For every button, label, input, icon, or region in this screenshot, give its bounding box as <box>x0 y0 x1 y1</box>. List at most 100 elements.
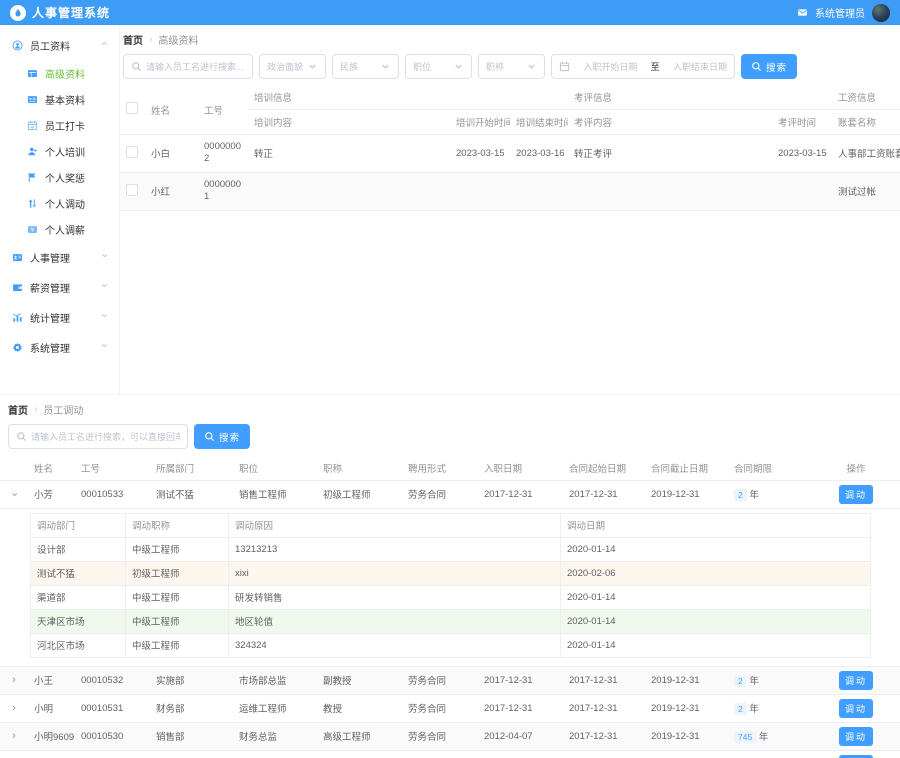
col-group-training: 培训信息 <box>248 86 568 109</box>
col-调动部门: 调动部门 <box>31 513 126 537</box>
cell-training-end <box>510 172 568 210</box>
history-row: 天津区市场中级工程师地区轮值2020-01-14 <box>31 609 871 633</box>
gear-icon <box>12 342 23 353</box>
cell-emp-id: 00000002 <box>198 134 248 172</box>
cell-hire-date: 2017-12-31 <box>478 694 563 722</box>
contract-years-badge: 2 <box>734 489 747 501</box>
row-checkbox[interactable] <box>126 146 138 158</box>
collapse-row-icon[interactable]: › <box>8 492 19 496</box>
cell-position: 财务总监 <box>233 722 317 750</box>
sidebar-group-label: 薪资管理 <box>30 280 70 295</box>
sidebar-item-基本资料[interactable]: 基本资料 <box>0 86 119 112</box>
avatar[interactable] <box>872 4 890 22</box>
transfer-action-button[interactable]: 调动 <box>839 727 873 746</box>
employee-search-input[interactable]: 请输入员工名进行搜索... <box>123 54 253 79</box>
user-badge-icon <box>12 40 23 51</box>
breadcrumb-home[interactable]: 首页 <box>123 32 143 47</box>
cell-transfer-date: 2020-01-14 <box>561 537 871 561</box>
mail-icon[interactable] <box>797 7 808 18</box>
cell-emp-id: 00010532 <box>75 666 150 694</box>
cell-name: 小王 <box>28 666 75 694</box>
cell-dept: 测试不猛 <box>150 480 233 508</box>
expand-row-icon[interactable]: › <box>12 731 16 742</box>
sidebar-group-系统管理[interactable]: 系统管理 <box>0 332 119 362</box>
sidebar-item-label: 员工打卡 <box>45 118 85 133</box>
search-button[interactable]: 搜索 <box>194 424 250 449</box>
filter-bar: 请输入员工名进行搜索，可以直接回车搜索... 搜索 <box>8 424 900 449</box>
cell-emp-id: 00010529 <box>75 750 150 758</box>
col-training-start: 培训开始时间 <box>450 109 510 134</box>
cell-transfer-reason: xixi <box>229 561 561 585</box>
expand-row-icon[interactable]: › <box>12 675 16 686</box>
col-合同截止日期: 合同截止日期 <box>645 456 728 480</box>
col-eval-content: 考评内容 <box>568 109 772 134</box>
sidebar-group-统计管理[interactable]: 统计管理 <box>0 302 119 332</box>
cell-contract-years: 744 年 <box>728 750 812 758</box>
col-调动日期: 调动日期 <box>561 513 871 537</box>
transfer-row: ›小芳00010533测试不猛销售工程师初级工程师劳务合同2017-12-312… <box>0 480 900 508</box>
cell-transfer-reason: 324324 <box>229 633 561 657</box>
search-button[interactable]: 搜索 <box>741 54 797 79</box>
sidebar-group-label: 人事管理 <box>30 250 70 265</box>
col-入职日期: 入职日期 <box>478 456 563 480</box>
history-header-row: 调动部门调动职称调动原因调动日期 <box>31 513 871 537</box>
select-placeholder: 职称 <box>486 60 504 73</box>
transfer-action-button[interactable]: 调动 <box>839 671 873 690</box>
row-checkbox[interactable] <box>126 184 138 196</box>
cell-title: 副教授 <box>317 666 402 694</box>
transfer-action-button[interactable]: 调动 <box>839 485 873 504</box>
cell-position: 运维工程师 <box>233 694 317 722</box>
sidebar-item-个人调薪[interactable]: ¥个人调薪 <box>0 216 119 242</box>
filter-select-职位[interactable]: 职位 <box>405 54 472 79</box>
chevron-down-icon <box>380 61 391 72</box>
expand-row-icon[interactable]: › <box>12 703 16 714</box>
search-icon <box>204 431 215 442</box>
cell-position: 销售工程师 <box>233 480 317 508</box>
search-button-label: 搜索 <box>219 430 240 444</box>
sidebar-group-薪资管理[interactable]: 薪资管理 <box>0 272 119 302</box>
cell-eval-time <box>772 172 832 210</box>
advanced-table: 姓名 工号 培训信息 考评信息 工资信息 培训内容 培训开始时间 培训结束时间 … <box>120 86 900 211</box>
transfer-action-button[interactable]: 调动 <box>839 755 873 758</box>
calendar-icon <box>27 120 38 131</box>
sidebar-item-个人奖惩[interactable]: 个人奖惩 <box>0 164 119 190</box>
chevron-down-icon <box>100 311 109 323</box>
chart-icon <box>12 312 23 323</box>
cell-dept: 销售部 <box>150 750 233 758</box>
transfer-action-button[interactable]: 调动 <box>839 699 873 718</box>
sidebar-item-个人调动[interactable]: 个人调动 <box>0 190 119 216</box>
cell-dept: 销售部 <box>150 722 233 750</box>
sidebar-item-高级资料[interactable]: 高级资料 <box>0 60 119 86</box>
search-placeholder: 请输入员工名进行搜索... <box>146 60 244 73</box>
cell-eval-content <box>568 172 772 210</box>
cell-hire-type: 劳务合同 <box>402 666 478 694</box>
cell-hire-type: 劳务合同 <box>402 480 478 508</box>
transfer-table-head: 姓名工号所属部门职位职称聘用形式入职日期合同起始日期合同截止日期合同期限操作 <box>0 456 900 480</box>
app-title: 人事管理系统 <box>32 4 110 21</box>
select-all-checkbox[interactable] <box>126 102 138 114</box>
history-row: 测试不猛初级工程师xixi2020-02-06 <box>31 561 871 585</box>
advanced-info-panel: 首页 › 高级资料 请输入员工名进行搜索... 政治面貌民族职位职称 入职开始日… <box>120 25 900 394</box>
filter-select-职称[interactable]: 职称 <box>478 54 545 79</box>
col-合同期限: 合同期限 <box>728 456 812 480</box>
cell-contract-years: 2 年 <box>728 666 812 694</box>
sidebar-item-个人培训[interactable]: 个人培训 <box>0 138 119 164</box>
sidebar-group-员工资料[interactable]: 员工资料 <box>0 30 119 60</box>
user-name: 系统管理员 <box>815 5 865 20</box>
chevron-down-icon <box>100 281 109 293</box>
col-工号: 工号 <box>75 456 150 480</box>
breadcrumb-home[interactable]: 首页 <box>8 402 28 417</box>
cell-account-name: 人事部工资账套 <box>832 134 900 172</box>
sidebar-group-人事管理[interactable]: 人事管理 <box>0 242 119 272</box>
hire-date-range-input[interactable]: 入职开始日期 至 入职结束日期 <box>551 54 735 79</box>
col-group-eval: 考评信息 <box>568 86 832 109</box>
filter-select-政治面貌[interactable]: 政治面貌 <box>259 54 326 79</box>
col-调动原因: 调动原因 <box>229 513 561 537</box>
date-end-placeholder: 入职结束日期 <box>673 60 727 73</box>
col-training-content: 培训内容 <box>248 109 450 134</box>
employee-search-input[interactable]: 请输入员工名进行搜索，可以直接回车搜索... <box>8 424 188 449</box>
filter-select-民族[interactable]: 民族 <box>332 54 399 79</box>
cell-contract-start: 2017-12-31 <box>563 750 645 758</box>
chevron-down-icon <box>526 61 537 72</box>
sidebar-item-员工打卡[interactable]: 员工打卡 <box>0 112 119 138</box>
